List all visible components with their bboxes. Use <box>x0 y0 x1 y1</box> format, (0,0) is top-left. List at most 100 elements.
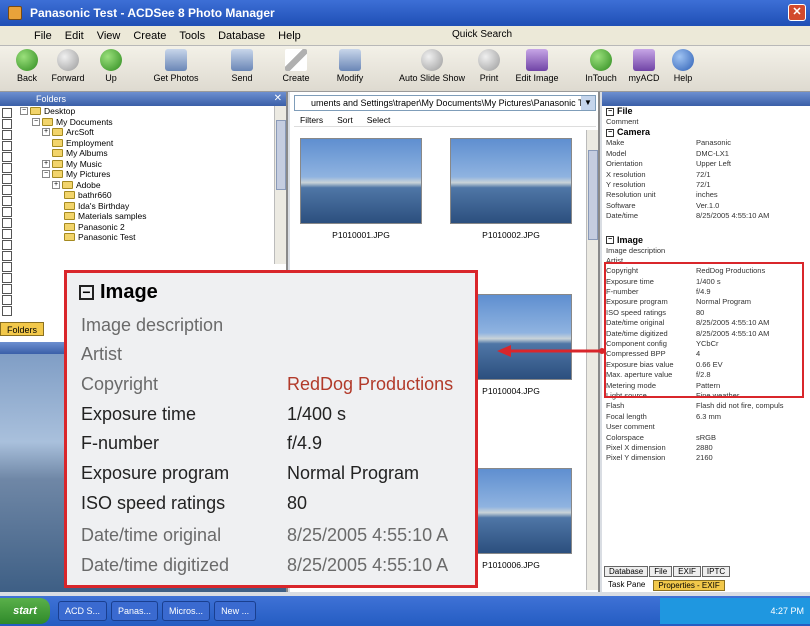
folders-tab[interactable]: Folders <box>0 322 44 336</box>
collapse-icon[interactable]: − <box>606 128 614 137</box>
checkbox[interactable] <box>2 196 12 206</box>
checkbox[interactable] <box>2 207 12 217</box>
property-value[interactable]: 8/25/2005 4:55:10 AM <box>696 211 808 221</box>
start-button[interactable]: start <box>0 598 50 624</box>
scroll-thumb[interactable] <box>588 150 598 240</box>
send-button[interactable]: Send <box>222 49 262 83</box>
checkbox[interactable] <box>2 218 12 228</box>
tab-properties-exif[interactable]: Properties - EXIF <box>653 580 725 591</box>
property-value[interactable] <box>696 422 808 432</box>
taskbar-item[interactable]: Panas... <box>111 601 159 621</box>
select-button[interactable]: Select <box>367 115 391 125</box>
file-section-header[interactable]: − File <box>602 106 810 117</box>
tree-item-desktop[interactable]: − Desktop <box>20 106 282 117</box>
property-value[interactable]: 2160 <box>696 453 808 463</box>
tab-iptc[interactable]: IPTC <box>701 566 731 577</box>
menu-tools[interactable]: Tools <box>179 30 205 42</box>
tree-item-my-documents[interactable]: − My Documents <box>20 117 282 128</box>
property-value[interactable]: 72/1 <box>696 180 808 190</box>
checkbox[interactable] <box>2 240 12 250</box>
expand-icon[interactable]: + <box>52 180 60 189</box>
property-value[interactable]: Ver.1.0 <box>696 201 808 211</box>
checkbox[interactable] <box>2 185 12 195</box>
checkbox[interactable] <box>2 251 12 261</box>
collapse-icon[interactable]: − <box>20 107 28 116</box>
tree-item-employment[interactable]: Employment <box>20 138 282 149</box>
collapse-icon[interactable]: − <box>606 107 614 116</box>
camera-section-header[interactable]: − Camera <box>602 127 810 138</box>
tree-item-panasonic-test[interactable]: Panasonic Test <box>20 232 282 243</box>
folder-scrollbar[interactable] <box>274 106 286 264</box>
help-button[interactable]: Help <box>668 49 698 83</box>
property-value[interactable]: Flash did not fire, compuls <box>696 401 808 411</box>
property-value[interactable]: 6.3 mm <box>696 412 808 422</box>
property-value[interactable]: 72/1 <box>696 170 808 180</box>
checkbox[interactable] <box>2 130 12 140</box>
filters-button[interactable]: Filters <box>300 115 323 125</box>
expand-icon[interactable]: + <box>42 128 50 137</box>
collapse-icon[interactable]: − <box>606 236 614 245</box>
checkbox[interactable] <box>2 295 12 305</box>
property-value[interactable]: 2880 <box>696 443 808 453</box>
tab-database[interactable]: Database <box>604 566 649 577</box>
expand-icon[interactable]: + <box>42 159 50 168</box>
browser-scrollbar[interactable] <box>586 130 598 590</box>
thumbnail[interactable]: P1010001.JPG <box>294 130 428 246</box>
slide-show-button[interactable]: Auto Slide Show <box>392 49 472 83</box>
up-button[interactable]: Up <box>96 49 126 83</box>
tree-item-my-albums[interactable]: My Albums <box>20 148 282 159</box>
tab-task-pane[interactable]: Task Pane <box>604 580 649 591</box>
tree-item-my-pictures[interactable]: − My Pictures <box>20 169 282 180</box>
back-button[interactable]: Back <box>8 49 46 83</box>
property-value[interactable]: inches <box>696 190 808 200</box>
taskbar-item[interactable]: ACD S... <box>58 601 108 621</box>
quick-search[interactable]: Quick Search <box>452 29 512 40</box>
create-button[interactable]: Create <box>276 49 316 83</box>
collapse-icon[interactable]: − <box>32 117 40 126</box>
property-value[interactable] <box>696 117 808 127</box>
get-photos-button[interactable]: Get Photos <box>146 49 206 83</box>
tab-exif[interactable]: EXIF <box>673 566 701 577</box>
checkbox[interactable] <box>2 119 12 129</box>
menu-view[interactable]: View <box>97 30 121 42</box>
menu-database[interactable]: Database <box>218 30 265 42</box>
tree-item-adobe[interactable]: + Adobe <box>20 180 282 191</box>
checkbox[interactable] <box>2 141 12 151</box>
checkbox[interactable] <box>2 284 12 294</box>
checkbox[interactable] <box>2 262 12 272</box>
tree-item-idas-birthday[interactable]: Ida's Birthday <box>20 201 282 212</box>
close-panel-icon[interactable]: ✕ <box>274 92 282 106</box>
menu-help[interactable]: Help <box>278 30 301 42</box>
property-value[interactable]: Panasonic <box>696 138 808 148</box>
tree-item-panasonic-2[interactable]: Panasonic 2 <box>20 222 282 233</box>
checkbox[interactable] <box>2 108 12 118</box>
checkbox[interactable] <box>2 273 12 283</box>
checkbox[interactable] <box>2 174 12 184</box>
close-icon[interactable]: ✕ <box>788 4 806 21</box>
sort-button[interactable]: Sort <box>337 115 353 125</box>
checkbox[interactable] <box>2 163 12 173</box>
tree-item-my-music[interactable]: + My Music <box>20 159 282 170</box>
forward-button[interactable]: Forward <box>46 49 90 83</box>
checkbox[interactable] <box>2 306 12 316</box>
collapse-icon[interactable]: − <box>42 170 50 179</box>
menu-edit[interactable]: Edit <box>65 30 84 42</box>
tree-item-materials-samples[interactable]: Materials samples <box>20 211 282 222</box>
menu-file[interactable]: File <box>34 30 52 42</box>
property-value[interactable] <box>696 246 808 256</box>
print-button[interactable]: Print <box>474 49 504 83</box>
tab-file[interactable]: File <box>649 566 673 577</box>
taskbar-item[interactable]: Micros... <box>162 601 211 621</box>
checkbox[interactable] <box>2 152 12 162</box>
taskbar-item[interactable]: New ... <box>214 601 257 621</box>
image-section-header[interactable]: − Image <box>602 235 810 246</box>
address-bar[interactable]: uments and Settings\traper\My Documents\… <box>294 95 596 111</box>
tree-item-bathr660[interactable]: bathr660 <box>20 190 282 201</box>
property-value[interactable]: DMC-LX1 <box>696 149 808 159</box>
checkbox[interactable] <box>2 229 12 239</box>
scroll-thumb[interactable] <box>276 120 286 190</box>
edit-image-button[interactable]: Edit Image <box>512 49 562 83</box>
myacd-button[interactable]: myACD <box>626 49 662 83</box>
modify-button[interactable]: Modify <box>328 49 372 83</box>
menu-create[interactable]: Create <box>133 30 166 42</box>
